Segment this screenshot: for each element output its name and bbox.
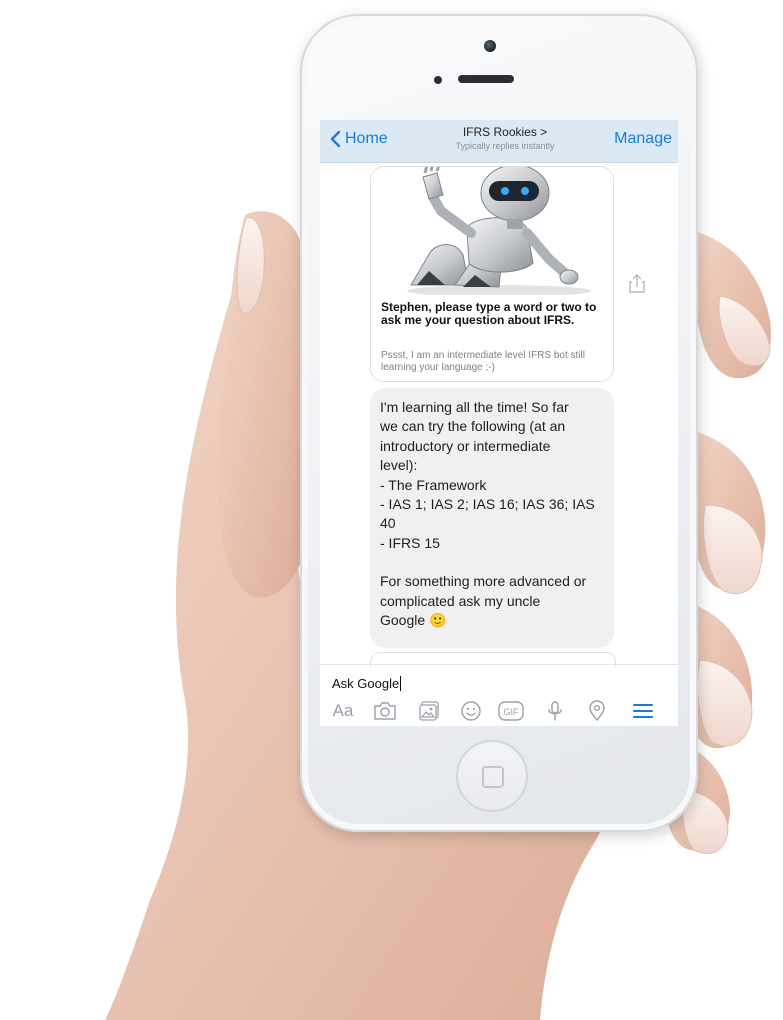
manage-button[interactable]: Manage <box>614 130 672 148</box>
back-button[interactable]: Home <box>330 130 388 148</box>
proximity-sensor <box>434 76 442 84</box>
gif-button[interactable]: GIF <box>496 698 526 724</box>
composer-toolbar: Aa GIF <box>320 698 678 726</box>
front-camera <box>484 40 496 52</box>
card-title: Stephen, please type a word or two to as… <box>381 300 597 327</box>
share-icon[interactable] <box>628 274 646 294</box>
message-line: I'm learning all the time! So far <box>380 399 569 415</box>
text-caret <box>400 675 402 691</box>
hamburger-menu-icon <box>633 704 653 718</box>
message-line: we can try the following (at an <box>380 418 566 435</box>
chevron-left-icon <box>330 130 341 148</box>
welcome-card[interactable]: Stephen, please type a word or two to as… <box>370 166 614 382</box>
back-label: Home <box>345 130 388 147</box>
phone-frame: Home IFRS Rookies > Typically replies in… <box>300 14 698 832</box>
message-line: For something more advanced or <box>380 573 587 590</box>
message-line: - The Framework <box>380 476 487 493</box>
message-line: 40 <box>380 515 396 532</box>
message-line: complicated ask my uncle <box>380 592 541 609</box>
input-value: Ask Google <box>332 675 400 691</box>
gif-label: GIF <box>504 707 520 717</box>
menu-button[interactable] <box>630 698 656 724</box>
smiley-icon <box>461 701 481 721</box>
emoji-button[interactable] <box>458 698 484 724</box>
gallery-button[interactable] <box>416 698 442 724</box>
earpiece-speaker <box>458 75 514 83</box>
card-subtitle: Pssst, I am an intermediate level IFRS b… <box>381 350 585 373</box>
text-format-button[interactable]: Aa <box>330 698 356 724</box>
voice-button[interactable] <box>542 698 568 724</box>
microphone-icon <box>548 701 562 721</box>
composer-divider <box>320 664 678 665</box>
gif-icon: GIF <box>498 701 524 721</box>
message-line: level): <box>380 457 418 474</box>
location-pin-icon <box>589 700 605 721</box>
message-text: I'm learning all the time! So far we can… <box>380 398 612 630</box>
location-button[interactable] <box>584 698 610 724</box>
message-line: - IAS 1; IAS 2; IAS 16; IAS 36; IAS <box>380 496 595 513</box>
message-line: - IFRS 15 <box>380 534 440 551</box>
home-square-icon <box>482 766 504 788</box>
gallery-icon <box>419 701 439 721</box>
chat-header: Home IFRS Rookies > Typically replies in… <box>320 120 678 163</box>
robot-image <box>371 167 613 295</box>
message-line: introductory or intermediate <box>380 437 551 454</box>
message-line: Google 🙂 <box>380 612 447 629</box>
camera-icon <box>374 702 396 720</box>
message-input[interactable]: Ask Google <box>332 673 662 693</box>
home-button[interactable] <box>456 740 528 812</box>
messenger-screen: Home IFRS Rookies > Typically replies in… <box>320 120 678 726</box>
bot-message-bubble: I'm learning all the time! So far we can… <box>370 388 614 648</box>
chat-title[interactable]: IFRS Rookies > <box>420 125 590 139</box>
camera-button[interactable] <box>372 698 398 724</box>
chat-subtitle: Typically replies instantly <box>455 141 555 151</box>
